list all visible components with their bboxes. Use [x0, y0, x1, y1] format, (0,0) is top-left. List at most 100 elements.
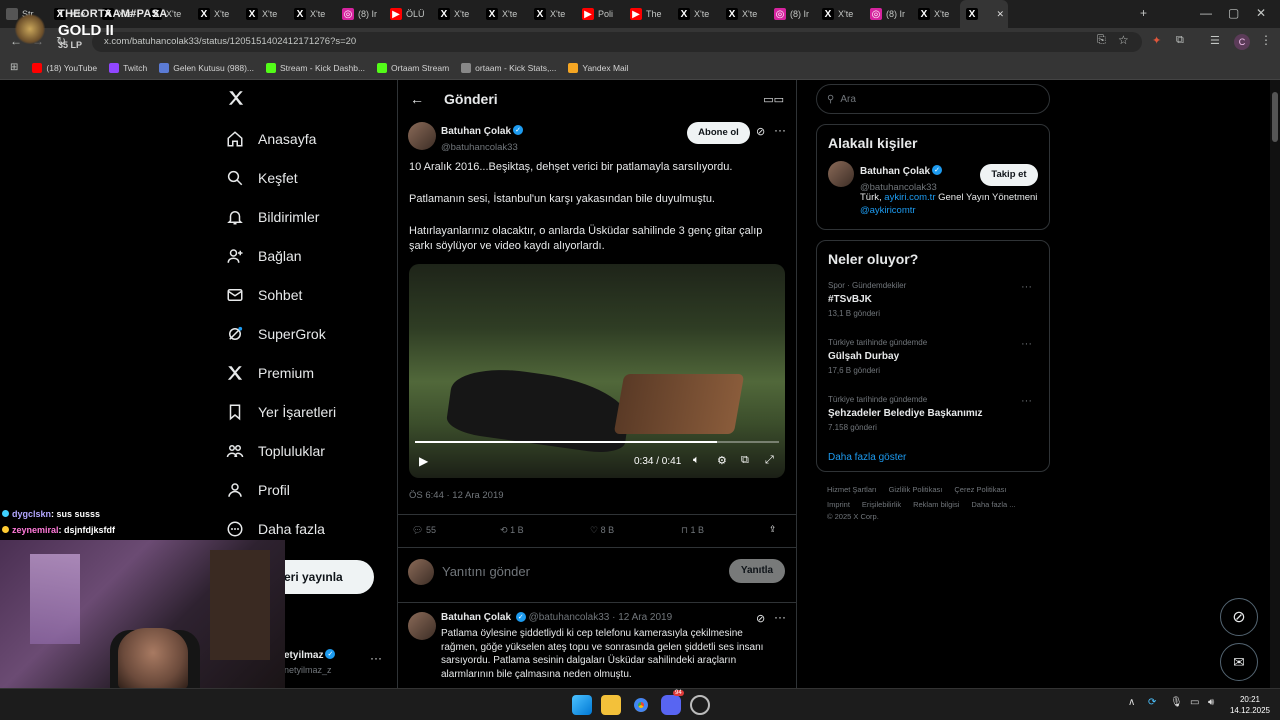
- nav-item-people[interactable]: Topluluklar: [222, 431, 392, 470]
- footer-link[interactable]: Imprint: [827, 500, 850, 509]
- tray-volume-icon[interactable]: 🔊︎: [1208, 697, 1214, 708]
- browser-tab[interactable]: ◎ (8) Ir: [336, 0, 384, 28]
- browser-tab[interactable]: X X'te: [720, 0, 768, 28]
- nav-item-mail[interactable]: Sohbet: [222, 275, 392, 314]
- nav-item-grok[interactable]: SuperGrok: [222, 314, 392, 353]
- apps-grid-icon[interactable]: ⊞: [10, 62, 18, 73]
- account-more-icon[interactable]: ···: [370, 651, 382, 665]
- maximize-button[interactable]: ▢: [1228, 6, 1239, 20]
- show-more-link[interactable]: Daha fazla göster: [828, 452, 1038, 463]
- reply-author-name[interactable]: Batuhan Çolak: [441, 612, 511, 623]
- footer-link[interactable]: Hizmet Şartları: [827, 485, 877, 494]
- footer-link[interactable]: Çerez Politikası: [954, 485, 1006, 494]
- x-logo[interactable]: [227, 89, 245, 112]
- volume-icon[interactable]: 🔈︎: [693, 454, 700, 467]
- browser-tab[interactable]: X X'te: [240, 0, 288, 28]
- bookmark-item[interactable]: Yandex Mail: [568, 62, 629, 73]
- reply-more-icon[interactable]: ···: [774, 610, 786, 624]
- scrollbar-thumb[interactable]: [1272, 92, 1278, 142]
- bookmark-item[interactable]: Ortaam Stream: [377, 62, 449, 73]
- browser-tab[interactable]: X X'te: [288, 0, 336, 28]
- browser-tab[interactable]: X ✕: [960, 0, 1008, 28]
- browser-tab[interactable]: X X'te: [528, 0, 576, 28]
- browser-tab[interactable]: ◎ (8) Ir: [864, 0, 912, 28]
- browser-tab[interactable]: X X'te: [816, 0, 864, 28]
- settings-gear-icon[interactable]: ⚙: [717, 454, 727, 467]
- post-timestamp[interactable]: ÖS 6:44 · 12 Ara 2019: [409, 490, 504, 501]
- reader-view-icon[interactable]: ▭▭: [763, 93, 784, 106]
- trend-more-icon[interactable]: ···: [1021, 338, 1032, 350]
- chrome-icon[interactable]: [631, 695, 651, 715]
- video-progress-track[interactable]: [415, 441, 779, 443]
- app-icon[interactable]: [690, 695, 710, 715]
- search-input[interactable]: Ara: [840, 94, 856, 105]
- nav-item-search[interactable]: Keşfet: [222, 158, 392, 197]
- footer-link[interactable]: Reklam bilgisi: [913, 500, 959, 509]
- tray-chevron-icon[interactable]: ∧: [1128, 697, 1135, 708]
- file-explorer-icon[interactable]: [601, 695, 621, 715]
- trend-more-icon[interactable]: ···: [1021, 281, 1032, 293]
- bookmark-item[interactable]: (18) YouTube: [32, 62, 97, 73]
- new-tab-button[interactable]: +: [1140, 6, 1147, 20]
- grok-icon[interactable]: ⊘: [756, 125, 765, 138]
- close-tab-icon[interactable]: ✕: [996, 9, 1004, 20]
- trend-item[interactable]: Spor · Gündemdekiler #TSvBJK 13,1 B gönder…: [828, 281, 1038, 318]
- popout-icon[interactable]: ⧉: [741, 454, 749, 467]
- discord-icon[interactable]: 94: [661, 690, 684, 715]
- person-name[interactable]: Batuhan Çolak: [860, 166, 930, 177]
- bookmark-item[interactable]: ortaam - Kick Stats,...: [461, 62, 556, 73]
- bio-link-handle[interactable]: @aykiricomtr: [860, 205, 916, 216]
- bio-link-site[interactable]: aykiri.com.tr: [884, 192, 935, 203]
- reply-button[interactable]: Yanıtla: [729, 559, 785, 583]
- nav-item-person-add[interactable]: Bağlan: [222, 236, 392, 275]
- bookmark-item[interactable]: Gelen Kutusu (988)...: [159, 62, 254, 73]
- account-switcher[interactable]: etyilmaz ✓ netyilmaz_z ···: [284, 645, 384, 675]
- nav-item-person[interactable]: Profil: [222, 470, 392, 509]
- person-avatar[interactable]: [828, 161, 854, 187]
- browser-tab[interactable]: X X'te: [912, 0, 960, 28]
- bookmark-action[interactable]: ⊓ 1 B: [681, 525, 704, 536]
- tray-mic-icon[interactable]: 🎙︎: [1170, 697, 1183, 708]
- post-more-icon[interactable]: ···: [774, 123, 786, 137]
- bookmark-item[interactable]: Stream - Kick Dashb...: [266, 62, 365, 73]
- nav-item-x[interactable]: Premium: [222, 353, 392, 392]
- trend-item[interactable]: Türkiye tarihinde gündemde Şehzadeler Bel…: [828, 395, 1038, 432]
- minimize-button[interactable]: —: [1200, 6, 1212, 20]
- profile-avatar[interactable]: C: [1234, 34, 1250, 50]
- browser-tab[interactable]: ◎ (8) Ir: [768, 0, 816, 28]
- video-player[interactable]: ▶ 0:34 / 0:41 🔈︎ ⚙ ⧉ ⤢: [409, 264, 785, 478]
- play-icon[interactable]: ▶: [419, 454, 428, 468]
- repost-action[interactable]: ⟲ 1 B: [500, 525, 524, 536]
- footer-link[interactable]: Daha fazla ...: [971, 500, 1015, 509]
- page-scrollbar[interactable]: [1270, 80, 1280, 688]
- tray-network-icon[interactable]: ▭: [1190, 697, 1199, 708]
- browser-tab[interactable]: X X'te: [192, 0, 240, 28]
- nav-item-bell[interactable]: Bildirimler: [222, 197, 392, 236]
- reply-post[interactable]: Batuhan Çolak ✓ @batuhancolak33 · 12 Ara…: [398, 604, 796, 688]
- trend-more-icon[interactable]: ···: [1021, 395, 1032, 407]
- search-box[interactable]: ⚲ Ara: [816, 84, 1050, 114]
- install-icon[interactable]: ⎘: [1097, 34, 1106, 47]
- author-name[interactable]: Batuhan Çolak: [441, 126, 511, 137]
- browser-tab[interactable]: ▶ The: [624, 0, 672, 28]
- author-handle[interactable]: @batuhancolak33: [441, 142, 523, 153]
- clock[interactable]: 20:21 14.12.2025: [1228, 694, 1272, 716]
- close-window-button[interactable]: ✕: [1256, 6, 1266, 20]
- trend-item[interactable]: Türkiye tarihinde gündemde Gülşah Durbay 1…: [828, 338, 1038, 375]
- like-action[interactable]: ♡ 8 B: [590, 525, 614, 536]
- extension-icon[interactable]: ✦: [1152, 34, 1161, 47]
- browser-tab[interactable]: X X'te: [672, 0, 720, 28]
- reading-list-icon[interactable]: ☰: [1210, 34, 1220, 47]
- author-avatar[interactable]: [408, 122, 436, 150]
- puzzle-icon[interactable]: ⧉: [1176, 34, 1184, 47]
- footer-link[interactable]: Gizlilik Politikası: [889, 485, 943, 494]
- reply-action[interactable]: 💬︎ 55: [412, 525, 436, 536]
- reply-grok-icon[interactable]: ⊘: [756, 612, 765, 625]
- follow-button[interactable]: Takip et: [980, 164, 1038, 186]
- subscribe-button[interactable]: Abone ol: [687, 122, 750, 144]
- browser-tab[interactable]: X X'te: [432, 0, 480, 28]
- reply-input[interactable]: Yanıtını gönder: [442, 564, 530, 579]
- tray-sync-icon[interactable]: ⟳: [1148, 697, 1156, 708]
- windows-start-icon[interactable]: [572, 695, 592, 715]
- back-arrow-icon[interactable]: ←: [410, 91, 424, 107]
